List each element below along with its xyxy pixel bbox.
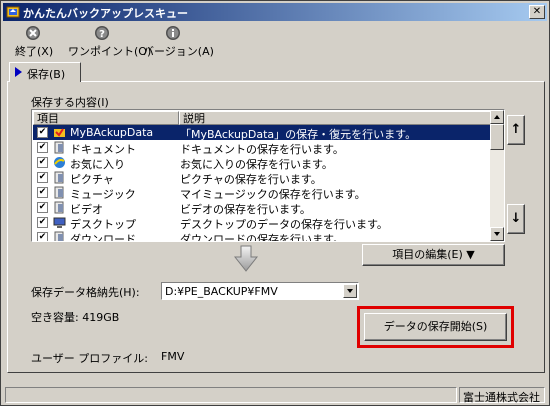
list-scrollbar[interactable]: [490, 110, 504, 241]
edit-items-button[interactable]: 項目の編集(E) ▼: [362, 244, 505, 266]
edit-items-label: 項目の編集(E) ▼: [392, 248, 475, 261]
desktop-icon: [53, 217, 66, 228]
list-header: 項目 説明: [33, 111, 491, 125]
destination-value: D:¥PE_BACKUP¥FMV: [165, 285, 278, 298]
list-row-mybackupdata[interactable]: ✔ MyBAckupData 「MyBAckupData」の保存・復元を行います…: [33, 125, 491, 141]
chevron-down-icon: [347, 289, 353, 293]
destination-select[interactable]: D:¥PE_BACKUP¥FMV: [161, 282, 359, 300]
profile-label: ユーザー プロファイル:: [31, 352, 148, 365]
backup-item-list[interactable]: 項目 説明 ✔ MyBAckupData 「MyBAckupData」の保存・復…: [31, 109, 505, 242]
scroll-thumb[interactable]: [490, 124, 504, 150]
move-down-button[interactable]: ↓: [507, 204, 525, 234]
tab-backup[interactable]: 保存(B): [9, 62, 81, 82]
window-title: かんたんバックアップレスキュー: [23, 7, 188, 20]
move-up-button[interactable]: ↑: [507, 115, 525, 145]
column-header-description[interactable]: 説明: [179, 111, 491, 125]
app-icon: [6, 6, 20, 18]
title-bar[interactable]: かんたんバックアップレスキュー ✕: [3, 3, 547, 21]
folder-icon: [54, 231, 64, 241]
status-bar: 富士通株式会社: [3, 386, 547, 404]
destination-dropdown-button[interactable]: [343, 284, 357, 298]
folder-icon: [54, 171, 64, 184]
folder-icon: [54, 141, 64, 154]
tab-backup-label: 保存(B): [27, 68, 66, 81]
version-label: バージョン(A): [143, 45, 214, 58]
favorites-icon: [54, 157, 65, 168]
row-description: ダウンロードの保存を行います。: [180, 233, 344, 242]
list-row-videos[interactable]: ✔ ビデオ ビデオの保存を行います。: [33, 200, 491, 216]
exit-icon: [26, 26, 40, 40]
exit-label: 終了(X): [15, 45, 54, 58]
profile-value: FMV: [161, 350, 185, 363]
scroll-down-icon: [494, 232, 500, 236]
row-checkbox[interactable]: ✔: [37, 187, 48, 198]
help-icon: ?: [95, 26, 109, 40]
list-row-pictures[interactable]: ✔ ピクチャ ピクチャの保存を行います。: [33, 170, 491, 186]
company-name: 富士通株式会社: [463, 391, 540, 404]
row-name: MyBAckupData: [70, 126, 154, 139]
version-button[interactable]: バージョン(A): [143, 25, 214, 59]
row-checkbox[interactable]: ✔: [37, 157, 48, 168]
list-rows: ✔ MyBAckupData 「MyBAckupData」の保存・復元を行います…: [33, 125, 491, 242]
exit-button[interactable]: 終了(X): [15, 25, 54, 59]
info-icon: [166, 26, 180, 40]
row-name: ダウンロード: [70, 233, 136, 242]
row-checkbox[interactable]: ✔: [37, 202, 48, 213]
backup-content-label: 保存する内容(I): [31, 96, 109, 109]
list-row-desktop[interactable]: ✔ デスクトップ デスクトップのデータの保存を行います。: [33, 215, 491, 231]
free-space-text: 空き容量: 419GB: [31, 311, 120, 324]
close-button[interactable]: ✕: [529, 5, 545, 19]
scroll-up-icon: [494, 115, 500, 119]
row-checkbox[interactable]: ✔: [37, 232, 48, 241]
column-header-item[interactable]: 項目: [33, 111, 179, 125]
status-cell-main: [5, 387, 457, 403]
mybackup-icon: [54, 128, 65, 137]
row-checkbox[interactable]: ✔: [37, 172, 48, 183]
app-window: かんたんバックアップレスキュー ✕ 終了(X) ? ワンポイント(O) バージョ…: [0, 0, 550, 406]
arrow-down-icon: ↓: [510, 211, 522, 226]
scroll-down-button[interactable]: [490, 227, 504, 241]
folder-icon: [54, 201, 64, 214]
list-row-favorites[interactable]: ✔ お気に入り お気に入りの保存を行います。: [33, 155, 491, 171]
tab-arrow-icon: [15, 67, 22, 77]
destination-label: 保存データ格納先(H):: [31, 286, 140, 299]
list-row-music[interactable]: ✔ ミュージック マイミュージックの保存を行います。: [33, 185, 491, 201]
start-backup-label: データの保存開始(S): [383, 320, 488, 333]
list-row-documents[interactable]: ✔ ドキュメント ドキュメントの保存を行います。: [33, 140, 491, 156]
arrow-up-icon: ↑: [510, 122, 522, 137]
list-row-downloads[interactable]: ✔ ダウンロード ダウンロードの保存を行います。: [33, 230, 491, 242]
down-arrow-icon: [233, 245, 259, 272]
onepoint-button[interactable]: ? ワンポイント(O): [68, 25, 151, 59]
status-cell-company: 富士通株式会社: [459, 387, 545, 404]
scroll-up-button[interactable]: [490, 110, 504, 124]
folder-icon: [54, 186, 64, 199]
row-checkbox[interactable]: ✔: [37, 127, 48, 138]
start-backup-button[interactable]: データの保存開始(S): [364, 313, 507, 341]
onepoint-label: ワンポイント(O): [68, 45, 152, 58]
close-icon: ✕: [532, 6, 542, 17]
row-checkbox[interactable]: ✔: [37, 217, 48, 228]
svg-text:?: ?: [99, 29, 105, 40]
row-checkbox[interactable]: ✔: [37, 142, 48, 153]
